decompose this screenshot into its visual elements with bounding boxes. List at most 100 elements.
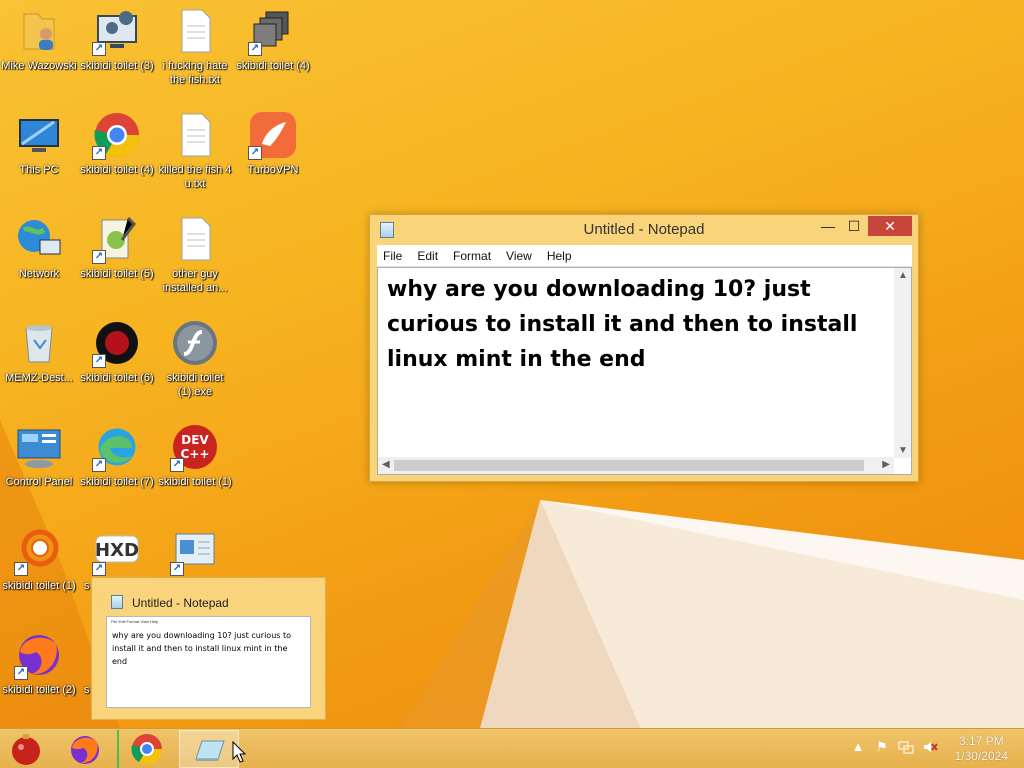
desktop-icon-skibidi-toilet-3[interactable]: ↗ skibidi toilet (3) — [78, 0, 156, 98]
turbovpn-rabbit-icon: ↗ — [248, 110, 298, 160]
icon-label: other guy installed an... — [162, 268, 228, 294]
taskbar-chrome[interactable] — [117, 730, 177, 768]
shortcut-arrow-icon: ↗ — [248, 42, 262, 56]
orange-ring-icon: ↗ — [14, 526, 64, 576]
menu-edit[interactable]: Edit — [417, 249, 438, 263]
ornament-start-icon — [12, 734, 40, 765]
desktop-icon-network[interactable]: Network — [0, 208, 78, 306]
desktop-icon-skibidi-toilet-6[interactable]: ↗ skibidi toilet (6) — [78, 312, 156, 410]
clock-date: 1/30/2024 — [954, 749, 1008, 763]
menu-help[interactable]: Help — [547, 249, 572, 263]
icon-label: skibidi toilet (1) — [2, 580, 76, 592]
icon-label: Mike Wazowski — [1, 60, 77, 72]
menu-file[interactable]: File — [383, 249, 402, 263]
settings-monitor-icon: ↗ — [92, 6, 142, 56]
icon-label: This PC — [19, 164, 59, 176]
icon-label: killed the fish 4 u.txt — [158, 164, 232, 190]
icon-label: Network — [18, 268, 60, 280]
desktop-icon-skibidi-toilet-7[interactable]: ↗ skibidi toilet (7) — [78, 416, 156, 514]
close-button[interactable]: ✕ — [868, 216, 912, 236]
network-icon[interactable] — [898, 739, 914, 755]
icon-label: skibidi toilet (4) — [236, 60, 310, 72]
desktop-icon-txt-file-2[interactable]: killed the fish 4 u.txt — [156, 104, 234, 202]
stacked-windows-icon: ↗ — [248, 6, 298, 56]
computer-icon — [14, 110, 64, 160]
shortcut-arrow-icon: ↗ — [170, 458, 184, 472]
shortcut-arrow-icon: ↗ — [92, 562, 106, 576]
desktop-icon-skibidi-toilet-2-firefox[interactable]: ↗ skibidi toilet (2) — [0, 624, 78, 722]
desktop-icon-this-pc[interactable]: This PC — [0, 104, 78, 202]
start-button[interactable] — [0, 730, 52, 768]
preview-menu: File Edit Format View Help — [111, 619, 159, 624]
maximize-button[interactable]: ☐ — [841, 216, 867, 236]
firefox-icon — [71, 736, 99, 764]
preview-text: why are you downloading 10? just curious… — [112, 631, 292, 666]
taskbar-notepad[interactable] — [179, 730, 239, 768]
desktop-icon-mike-wazowski[interactable]: Mike Wazowski — [0, 0, 78, 98]
system-clock[interactable]: 3:17 PM 1/30/2024 — [955, 734, 1008, 764]
svg-text:C++: C++ — [181, 447, 210, 461]
text-editor-area[interactable]: why are you downloading 10? just curious… — [377, 267, 912, 475]
scroll-thumb[interactable] — [394, 460, 864, 471]
text-file-icon — [170, 110, 220, 160]
icon-label: TurboVPN — [247, 164, 299, 176]
icon-label: skibidi toilet (4) — [80, 164, 154, 176]
desktop-icon-turbovpn[interactable]: ↗ TurboVPN — [234, 104, 312, 202]
show-hidden-icons-icon[interactable]: ▲ — [850, 739, 866, 755]
preview-title: Untitled - Notepad — [132, 596, 229, 610]
desktop-icon-skibidi-toilet-5[interactable]: ↗ skibidi toilet (5) — [78, 208, 156, 306]
desktop-icon-skibidi-toilet-1-ring[interactable]: ↗ skibidi toilet (1) — [0, 520, 78, 618]
menu-view[interactable]: View — [506, 249, 532, 263]
icon-label: Control Panel — [5, 476, 73, 488]
shortcut-arrow-icon: ↗ — [14, 666, 28, 680]
svg-text:DEV: DEV — [181, 433, 209, 447]
icon-label: skibidi toilet (1).exe — [166, 372, 224, 398]
preview-thumbnail[interactable]: File Edit Format View Help why are you d… — [106, 616, 311, 708]
desktop-icon-skibidi-toilet-4-chrome[interactable]: ↗ skibidi toilet (4) — [78, 104, 156, 202]
menu-bar: File Edit Format View Help — [377, 245, 912, 267]
desktop-icon-memz[interactable]: MEMZ-Dest... — [0, 312, 78, 410]
desktop-icon-partial[interactable]: s — [78, 624, 92, 722]
title-bar[interactable]: Untitled - Notepad — ☐ ✕ — [370, 215, 918, 245]
volume-muted-icon[interactable] — [922, 739, 938, 755]
taskbar-firefox[interactable] — [55, 730, 115, 768]
text-file-icon — [170, 214, 220, 264]
hxd-icon: HXD ↗ — [92, 526, 142, 576]
icon-label: skibidi toilet (5) — [80, 268, 154, 280]
mouse-cursor-icon — [232, 741, 246, 763]
shortcut-arrow-icon: ↗ — [248, 146, 262, 160]
icon-label: skibidi toilet (1) — [158, 476, 232, 488]
icon-label: s — [84, 684, 90, 696]
icon-label: skibidi toilet (2) — [2, 684, 76, 696]
action-center-flag-icon[interactable]: ⚑ — [874, 739, 890, 755]
taskbar: ▲ ⚑ 3:17 PM 1/30/2024 — [0, 728, 1024, 768]
desktop-icon-dev-cpp[interactable]: DEV C++ ↗ skibidi toilet (1) — [156, 416, 234, 514]
horizontal-scrollbar[interactable]: ◀ ▶ — [378, 457, 894, 474]
menu-format[interactable]: Format — [453, 249, 491, 263]
flash-icon — [170, 318, 220, 368]
icon-label: skibidi toilet (6) — [80, 372, 154, 384]
scroll-right-icon[interactable]: ▶ — [882, 459, 890, 470]
desktop-icon-other-guy-file[interactable]: other guy installed an... — [156, 208, 234, 306]
scroll-up-icon[interactable]: ▲ — [898, 270, 908, 281]
network-globe-icon — [14, 214, 64, 264]
vertical-scrollbar[interactable]: ▲ ▼ — [894, 268, 911, 458]
shortcut-arrow-icon: ↗ — [170, 562, 184, 576]
scroll-left-icon[interactable]: ◀ — [382, 459, 390, 470]
shortcut-arrow-icon: ↗ — [92, 354, 106, 368]
desktop-icon-skibidi-toilet-4-windows[interactable]: ↗ skibidi toilet (4) — [234, 0, 312, 98]
desktop-icon-skibidi-toilet-1-exe[interactable]: skibidi toilet (1).exe — [156, 312, 234, 410]
editor-text[interactable]: why are you downloading 10? just curious… — [387, 272, 887, 377]
scroll-down-icon[interactable]: ▼ — [898, 445, 908, 456]
minimize-button[interactable]: — — [815, 216, 841, 236]
taskbar-thumbnail-preview[interactable]: Untitled - Notepad File Edit Format View… — [91, 577, 326, 720]
icon-label: skibidi toilet (3) — [80, 60, 154, 72]
desktop-icon-control-panel[interactable]: Control Panel — [0, 416, 78, 514]
window-app-icon: ↗ — [170, 526, 220, 576]
edge-icon: ↗ — [92, 422, 142, 472]
notepad-window[interactable]: Untitled - Notepad — ☐ ✕ File Edit Forma… — [369, 214, 919, 482]
text-file-icon — [170, 6, 220, 56]
desktop-icon-txt-file[interactable]: i fucking hate the fish.txt — [156, 0, 234, 98]
shortcut-arrow-icon: ↗ — [92, 458, 106, 472]
notepad-icon — [111, 595, 123, 609]
